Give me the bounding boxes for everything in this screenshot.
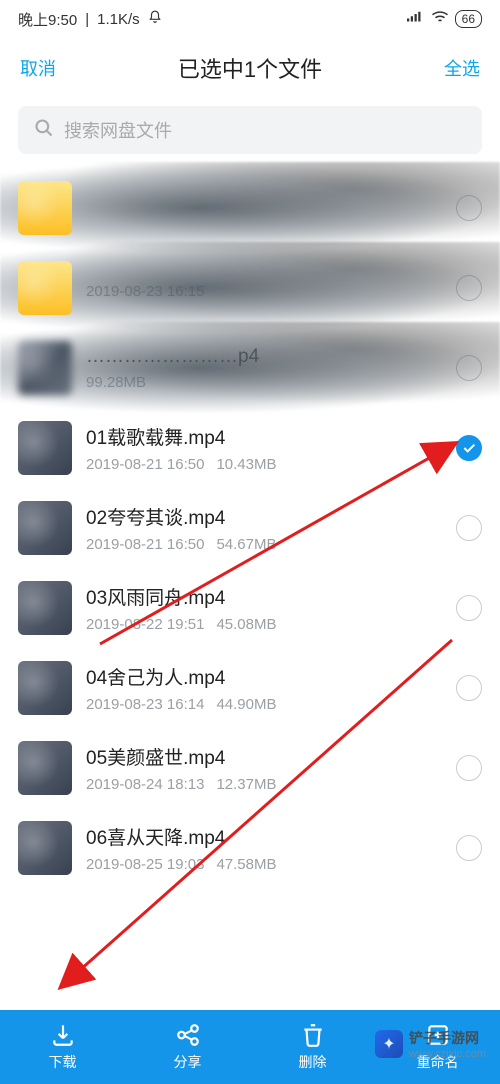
status-net: 1.1K/s [97,11,140,28]
file-meta: 2019-08-25 19:0347.58MB [86,856,442,873]
page-title: 已选中1个文件 [178,52,322,84]
file-info: ……………………p4 99.28MB [86,346,442,391]
select-checkbox[interactable] [456,835,482,861]
file-info: 02夸夸其谈.mp4 2019-08-21 16:5054.67MB [86,503,442,553]
file-thumbnail [18,661,72,715]
selection-header: 取消 已选中1个文件 全选 [0,38,500,98]
file-row[interactable] [18,168,482,248]
file-name: 02夸夸其谈.mp4 [86,503,442,530]
search-icon [34,118,54,143]
file-thumbnail [18,341,72,395]
bell-icon [148,10,162,28]
share-button[interactable]: 分享 [125,1010,250,1084]
delete-button[interactable]: 删除 [250,1010,375,1084]
watermark-logo-icon: ✦ [375,1030,403,1058]
file-name: 01载歌载舞.mp4 [86,423,442,450]
file-meta: 99.28MB [86,374,442,391]
file-thumbnail [18,581,72,635]
battery-indicator: 66 [455,10,482,28]
file-info: 01载歌载舞.mp4 2019-08-21 16:5010.43MB [86,423,442,473]
status-time: 晚上9:50 [18,9,77,30]
file-row[interactable]: ……………………p4 99.28MB [18,328,482,408]
file-name: 03风雨同舟.mp4 [86,583,442,610]
file-meta: 2019-08-21 16:5054.67MB [86,536,442,553]
wifi-icon [431,10,449,28]
file-name: ……………………p4 [86,346,442,368]
file-row[interactable]: 02夸夸其谈.mp4 2019-08-21 16:5054.67MB [18,488,482,568]
select-checkbox[interactable] [456,195,482,221]
file-row[interactable]: 06喜从天降.mp4 2019-08-25 19:0347.58MB [18,808,482,888]
file-meta: 2019-08-21 16:5010.43MB [86,456,442,473]
select-checkbox[interactable] [456,595,482,621]
search-placeholder: 搜索网盘文件 [64,117,172,143]
file-row[interactable]: 05美颜盛世.mp4 2019-08-24 18:1312.37MB [18,728,482,808]
select-checkbox[interactable] [456,515,482,541]
select-checkbox[interactable] [456,435,482,461]
select-checkbox[interactable] [456,275,482,301]
file-thumbnail [18,261,72,315]
select-checkbox[interactable] [456,355,482,381]
file-name: 04舍己为人.mp4 [86,663,442,690]
file-row[interactable]: 04舍己为人.mp4 2019-08-23 16:1444.90MB [18,648,482,728]
file-name: 06喜从天降.mp4 [86,823,442,850]
file-row[interactable]: 01载歌载舞.mp4 2019-08-21 16:5010.43MB [18,408,482,488]
file-meta: 2019-08-23 16:1444.90MB [86,696,442,713]
file-list: 2019-08-23 16:15 ……………………p4 99.28MB 01载歌载舞.… [0,168,500,888]
file-info: 06喜从天降.mp4 2019-08-25 19:0347.58MB [86,823,442,873]
file-thumbnail [18,501,72,555]
file-thumbnail [18,821,72,875]
file-info: 04舍己为人.mp4 2019-08-23 16:1444.90MB [86,663,442,713]
file-thumbnail [18,181,72,235]
select-checkbox[interactable] [456,755,482,781]
file-info: 2019-08-23 16:15 [86,277,442,300]
file-row[interactable]: 2019-08-23 16:15 [18,248,482,328]
file-info [86,205,442,211]
select-checkbox[interactable] [456,675,482,701]
search-input[interactable]: 搜索网盘文件 [18,106,482,154]
watermark: ✦ 铲子手游网 www.czjxjc.com [375,1028,486,1060]
select-all-button[interactable]: 全选 [444,55,480,81]
file-info: 05美颜盛世.mp4 2019-08-24 18:1312.37MB [86,743,442,793]
signal-icon [407,10,425,28]
file-info: 03风雨同舟.mp4 2019-08-22 19:5145.08MB [86,583,442,633]
file-meta: 2019-08-23 16:15 [86,283,442,300]
file-thumbnail [18,741,72,795]
download-button[interactable]: 下载 [0,1010,125,1084]
file-thumbnail [18,421,72,475]
cancel-button[interactable]: 取消 [20,55,56,81]
file-name: 05美颜盛世.mp4 [86,743,442,770]
file-row[interactable]: 03风雨同舟.mp4 2019-08-22 19:5145.08MB [18,568,482,648]
file-meta: 2019-08-24 18:1312.37MB [86,776,442,793]
status-bar: 晚上9:50 | 1.1K/s 66 [0,0,500,38]
file-meta: 2019-08-22 19:5145.08MB [86,616,442,633]
